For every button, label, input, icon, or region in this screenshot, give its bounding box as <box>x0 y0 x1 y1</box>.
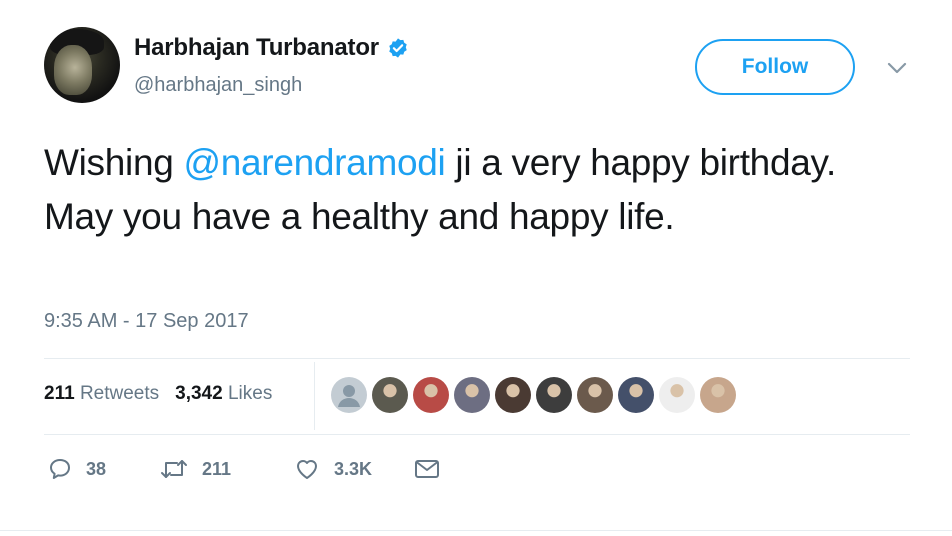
likes-stat[interactable]: 3,342 Likes <box>175 383 272 405</box>
retweets-count: 211 <box>44 383 75 404</box>
liker-avatar[interactable] <box>659 377 695 413</box>
heart-icon <box>297 460 317 479</box>
bottom-border <box>0 530 952 531</box>
like-count: 3.3K <box>334 458 373 479</box>
retweet-button[interactable]: 211 <box>160 457 294 481</box>
author-avatar[interactable] <box>44 27 120 103</box>
retweets-stat[interactable]: 211 Retweets <box>44 383 159 405</box>
chevron-down-icon[interactable] <box>886 60 908 76</box>
avatar-face-shape <box>54 45 92 95</box>
liker-avatar[interactable] <box>577 377 613 413</box>
liker-avatar[interactable] <box>413 377 449 413</box>
reply-count: 38 <box>86 458 107 479</box>
follow-button[interactable]: Follow <box>695 39 855 95</box>
retweet-icon <box>161 460 187 478</box>
divider-bottom <box>44 434 910 435</box>
stats-separator <box>314 362 315 430</box>
tweet-actions: 38 211 3.3K <box>48 457 440 481</box>
divider-top <box>44 358 910 359</box>
liker-avatar[interactable] <box>331 377 367 413</box>
tweet-text: Wishing @narendramodi ji a very happy bi… <box>44 136 914 244</box>
author-name-row[interactable]: Harbhajan Turbanator <box>134 34 409 62</box>
likers-avatar-row <box>331 377 736 413</box>
tweet-stats: 211 Retweets 3,342 Likes <box>44 383 272 405</box>
liker-avatar[interactable] <box>700 377 736 413</box>
retweet-count: 211 <box>202 458 232 479</box>
like-button[interactable]: 3.3K <box>294 457 414 481</box>
default-profile-icon <box>338 385 360 407</box>
tweet-text-before: Wishing <box>44 142 184 183</box>
liker-avatar[interactable] <box>372 377 408 413</box>
direct-message-button[interactable] <box>414 458 440 480</box>
liker-avatar[interactable] <box>454 377 490 413</box>
author-name[interactable]: Harbhajan Turbanator <box>134 34 379 62</box>
reply-button[interactable]: 38 <box>48 457 160 481</box>
tweet-timestamp[interactable]: 9:35 AM - 17 Sep 2017 <box>44 310 249 333</box>
mention-link[interactable]: @narendramodi <box>183 142 445 183</box>
author-handle[interactable]: @harbhajan_singh <box>134 74 302 97</box>
mail-icon <box>415 460 439 478</box>
liker-avatar[interactable] <box>536 377 572 413</box>
likes-count: 3,342 <box>175 383 223 404</box>
likes-label: Likes <box>227 383 273 404</box>
retweets-label: Retweets <box>79 383 160 404</box>
liker-avatar[interactable] <box>618 377 654 413</box>
liker-avatar[interactable] <box>495 377 531 413</box>
reply-icon <box>50 459 70 479</box>
verified-badge-icon <box>389 38 407 58</box>
